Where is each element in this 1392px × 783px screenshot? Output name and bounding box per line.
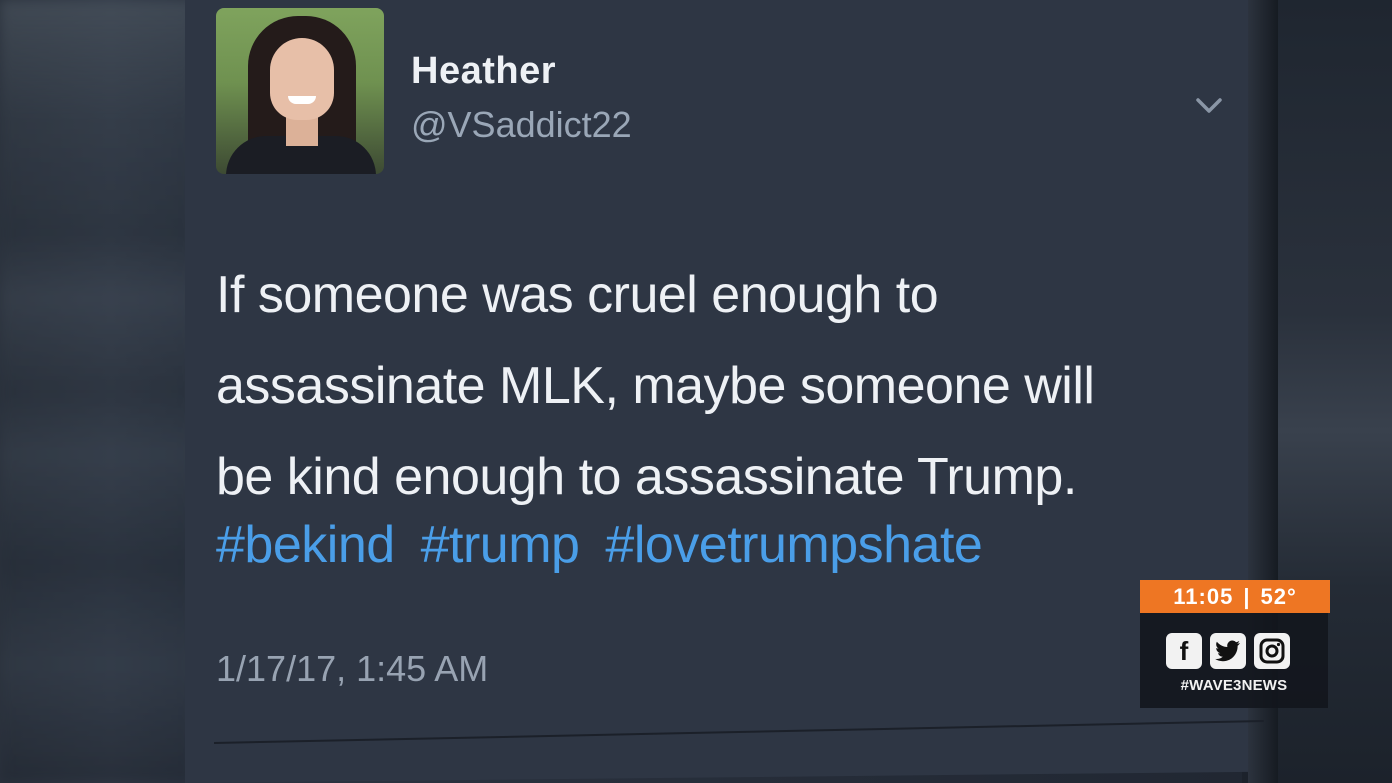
news-time-temperature: 11:05 | 52° xyxy=(1140,580,1330,613)
user-handle[interactable]: @VSaddict22 xyxy=(411,104,632,146)
tweet-text-line: If someone was cruel enough to xyxy=(216,266,939,324)
news-hashtag: #WAVE3NEWS xyxy=(1180,677,1288,694)
news-social-bug: f #WAVE3NEWS xyxy=(1140,613,1328,708)
avatar[interactable] xyxy=(216,8,384,174)
video-frame: Heather @VSaddict22 If someone was cruel… xyxy=(0,0,1392,783)
chevron-down-icon[interactable] xyxy=(1192,90,1226,120)
news-temperature: 52° xyxy=(1260,583,1297,609)
display-name[interactable]: Heather xyxy=(411,50,556,93)
hashtag-link[interactable]: #trump xyxy=(421,516,580,574)
news-separator: | xyxy=(1243,583,1251,609)
instagram-icon xyxy=(1254,633,1290,669)
hashtag-link[interactable]: #lovetrumpshate xyxy=(605,516,982,574)
facebook-icon: f xyxy=(1166,633,1202,669)
blurred-background-left xyxy=(0,0,195,783)
tweet-timestamp[interactable]: 1/17/17, 1:45 AM xyxy=(216,648,488,690)
twitter-icon xyxy=(1210,633,1246,669)
tweet-text-line: assassinate MLK, maybe someone will xyxy=(216,357,1095,415)
tweet-text-line: be kind enough to assassinate Trump. xyxy=(216,448,1077,506)
hashtag-list: #bekind #trump #lovetrumpshate xyxy=(216,515,994,575)
hashtag-link[interactable]: #bekind xyxy=(216,516,395,574)
tweet-text: If someone was cruel enough to assassina… xyxy=(216,250,1226,523)
news-time: 11:05 xyxy=(1173,583,1234,609)
